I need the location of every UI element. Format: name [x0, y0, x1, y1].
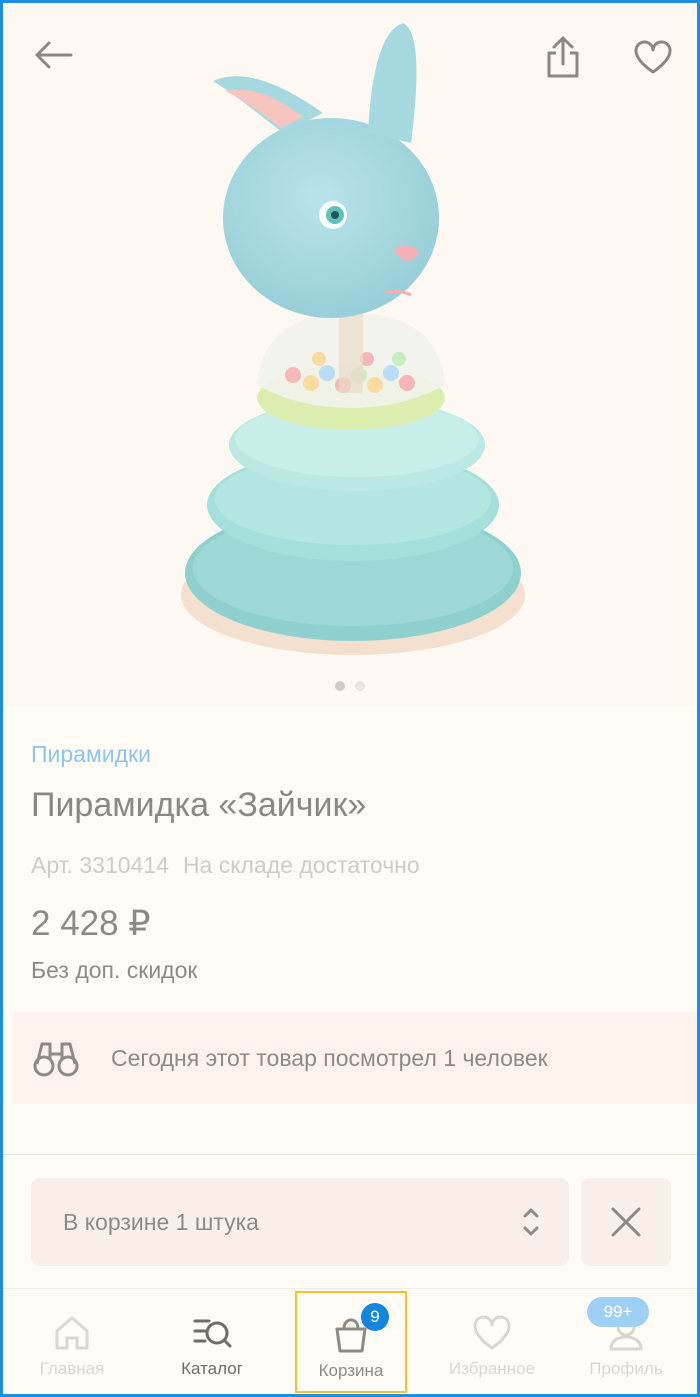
share-button[interactable]	[539, 33, 587, 81]
product-title: Пирамидка «Зайчик»	[31, 786, 367, 824]
back-button[interactable]	[29, 31, 77, 79]
article-number: Арт. 3310414	[31, 852, 169, 878]
stock-status: На складе достаточно	[182, 852, 420, 878]
viewers-banner: Сегодня этот товар посмотрел 1 человек	[13, 1012, 697, 1104]
product-gallery[interactable]	[3, 3, 697, 706]
tab-home-label: Главная	[39, 1359, 105, 1378]
home-icon	[55, 1316, 89, 1350]
share-icon	[547, 36, 579, 78]
heart-outline-icon	[634, 40, 672, 74]
viewers-text: Сегодня этот товар посмотрел 1 человек	[111, 1044, 548, 1071]
cart-quantity-label: В корзине 1 штука	[63, 1208, 259, 1235]
discount-note: Без доп. скидок	[31, 957, 198, 983]
product-meta: Арт. 3310414 На складе достаточно	[31, 852, 420, 879]
binoculars-icon	[33, 1042, 79, 1077]
pagination-dot[interactable]	[355, 681, 365, 691]
divider	[3, 1154, 697, 1155]
tab-cart-label: Корзина	[318, 1361, 384, 1380]
bottom-tab-bar: Главная Каталог 9 Корзина Избранное 99+ …	[3, 1288, 697, 1394]
tab-catalog-label: Каталог	[181, 1359, 243, 1378]
tab-cart[interactable]: 9 Корзина	[295, 1291, 407, 1393]
favorite-button[interactable]	[629, 33, 677, 81]
tab-catalog[interactable]: Каталог	[147, 1289, 277, 1394]
product-image	[181, 23, 525, 655]
heart-icon	[473, 1315, 511, 1350]
close-icon	[611, 1207, 641, 1237]
catalog-search-icon	[193, 1319, 232, 1348]
tab-profile[interactable]: 99+ Профиль	[561, 1289, 691, 1394]
profile-notification-badge: 99+	[587, 1297, 649, 1327]
tab-home[interactable]: Главная	[7, 1289, 137, 1394]
gallery-pagination	[3, 681, 697, 691]
tab-favorites-label: Избранное	[448, 1359, 536, 1378]
app-screen: Пирамидки Пирамидка «Зайчик» Арт. 331041…	[0, 0, 700, 1397]
arrow-left-icon	[35, 41, 73, 69]
tab-profile-label: Профиль	[589, 1359, 663, 1378]
product-price: 2 428 ₽	[31, 904, 151, 943]
cart-count-badge: 9	[361, 1303, 389, 1331]
tab-favorites[interactable]: Избранное	[427, 1289, 557, 1394]
category-link[interactable]: Пирамидки	[31, 741, 151, 768]
cart-quantity-selector[interactable]: В корзине 1 штука	[31, 1178, 569, 1266]
remove-from-cart-button[interactable]	[581, 1178, 671, 1266]
pagination-dot-active[interactable]	[335, 681, 345, 691]
chevron-up-down-icon	[523, 1208, 539, 1236]
